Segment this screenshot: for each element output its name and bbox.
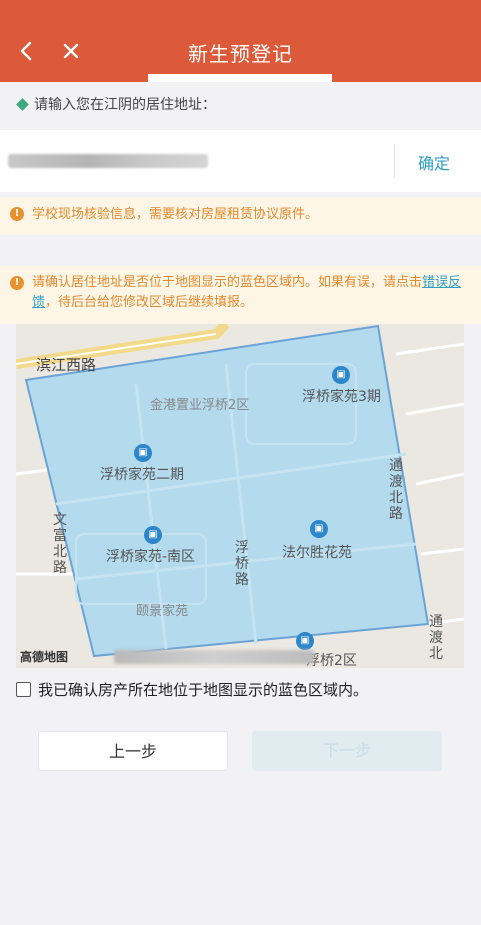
app-header: 新生预登记: [0, 0, 481, 82]
map-attribution: 高德地图: [20, 650, 69, 664]
map-label-poi: 法尔胜花苑: [282, 545, 352, 561]
address-input-row: 确定: [0, 130, 481, 192]
notice-region-text: 请确认居住地址是否位于地图显示的蓝色区域内。如果有误，请点击错误反馈，待后台给您…: [32, 273, 467, 313]
notice-region-suffix: ，待后台给您修改区域后继续填报。: [45, 295, 254, 310]
building-icon: ▣: [134, 444, 152, 462]
map-label-road-vertical: 浮桥路: [235, 540, 249, 588]
diamond-bullet-icon: [16, 98, 29, 111]
notice-lease-check: ! 学校现场核验信息，需要核对房屋租赁协议原件。: [0, 197, 481, 235]
header-tab-indicator: [148, 74, 332, 82]
map-label-area: 颐景家苑: [136, 604, 189, 619]
region-map[interactable]: 滨江西路 金港置业浮桥2区 ▣ 浮桥家苑3期 ▣ 浮桥家苑二期 ▣ 浮桥家苑-南…: [16, 324, 464, 668]
agree-checkbox[interactable]: [16, 682, 31, 697]
agree-label: 我已确认房产所在地位于地图显示的蓝色区域内。: [38, 681, 369, 699]
map-attribution-redacted: [114, 650, 314, 664]
building-icon: ▣: [332, 366, 350, 384]
map-label-road-vertical: 通渡北: [429, 614, 443, 662]
warning-icon: !: [10, 207, 24, 221]
prev-step-button[interactable]: 上一步: [38, 731, 228, 771]
map-label-road-vertical: 文富北路: [53, 512, 67, 576]
building-icon: ▣: [296, 632, 314, 650]
map-label-road: 滨江西路: [36, 356, 97, 374]
notice-confirm-region: ! 请确认居住地址是否位于地图显示的蓝色区域内。如果有误，请点击错误反馈，待后台…: [0, 266, 481, 324]
page-title: 新生预登记: [188, 42, 293, 66]
agree-row: 我已确认房产所在地位于地图显示的蓝色区域内。: [16, 680, 476, 704]
confirm-button[interactable]: 确定: [396, 150, 472, 174]
address-prompt-row: 请输入您在江阴的居住地址：: [0, 82, 481, 130]
warning-icon: !: [10, 276, 24, 290]
notice-lease-text: 学校现场核验信息，需要核对房屋租赁协议原件。: [32, 207, 319, 222]
next-step-button[interactable]: 下一步: [252, 731, 442, 771]
address-prompt-label: 请输入您在江阴的居住地址：: [34, 97, 216, 113]
map-label-road-vertical: 通渡北路: [389, 458, 403, 522]
building-icon: ▣: [144, 526, 162, 544]
notice-region-prefix: 请确认居住地址是否位于地图显示的蓝色区域内。如果有误，请点击: [32, 275, 423, 290]
map-label-poi: 浮桥家苑二期: [100, 467, 184, 483]
map-label-poi: 浮桥家苑-南区: [106, 549, 196, 565]
address-divider: [394, 144, 395, 178]
map-label-poi: 浮桥家苑3期: [302, 389, 381, 405]
map-label-area: 金港置业浮桥2区: [150, 398, 250, 413]
address-input-redacted[interactable]: [8, 154, 208, 168]
building-icon: ▣: [310, 520, 328, 538]
